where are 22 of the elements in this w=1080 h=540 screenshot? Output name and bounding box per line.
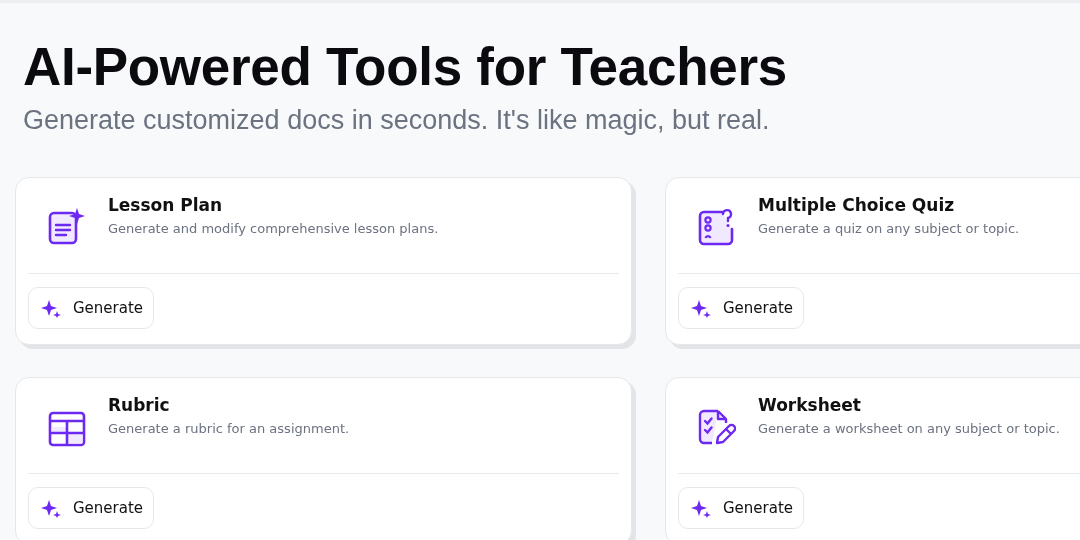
tool-title: Rubric xyxy=(108,395,171,415)
generate-button[interactable]: Generate xyxy=(678,487,805,529)
tool-title: Multiple Choice Quiz xyxy=(758,195,956,215)
sparkle-icon xyxy=(41,498,61,518)
tool-description: Generate a quiz on any subject or topic. xyxy=(758,221,1020,236)
sparkle-icon xyxy=(691,298,711,318)
tool-description: Generate a rubric for an assignment. xyxy=(108,421,350,436)
sparkle-icon xyxy=(691,498,711,518)
page-title: AI-Powered Tools for Teachers xyxy=(23,37,788,97)
generate-button[interactable]: Generate xyxy=(28,487,155,529)
document-sparkle-icon xyxy=(46,207,86,247)
tool-description: Generate a worksheet on any subject or topic. xyxy=(758,421,1060,436)
page-subtitle: Generate customized docs in seconds. It's like magic, but real. xyxy=(23,104,771,137)
quiz-icon xyxy=(696,207,736,247)
worksheet-pencil-icon xyxy=(696,407,736,447)
sparkle-icon xyxy=(41,298,61,318)
tool-description: Generate and modify comprehensive lesson plans. xyxy=(108,221,439,236)
tool-title: Lesson Plan xyxy=(108,195,224,215)
tool-card[interactable]: Worksheet Generate a worksheet on any subject or topic. Generate xyxy=(665,377,1080,540)
generate-button[interactable]: Generate xyxy=(678,287,805,329)
generate-button[interactable]: Generate xyxy=(28,287,155,329)
tool-title: Worksheet xyxy=(758,395,862,415)
